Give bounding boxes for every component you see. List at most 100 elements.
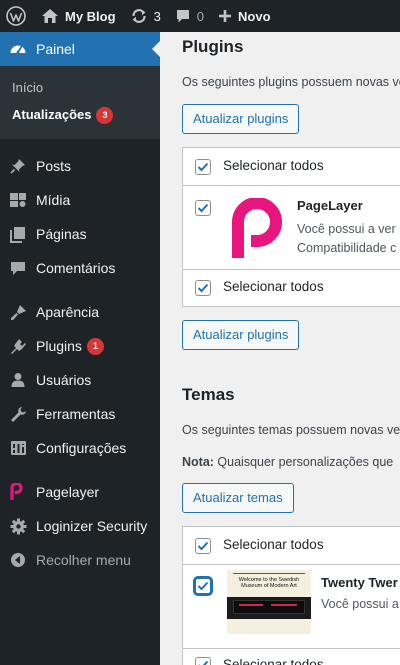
users-icon <box>9 371 27 389</box>
update-themes-button[interactable]: Atualizar temas <box>182 483 294 513</box>
sidebar-item-label: Posts <box>36 158 72 175</box>
plus-icon <box>218 9 232 23</box>
updates-link[interactable]: 3 <box>123 0 168 32</box>
sidebar-item-posts[interactable]: Posts <box>0 149 160 183</box>
plugins-description: Os seguintes plugins possuem novas ve <box>182 75 400 89</box>
sidebar-item-midia[interactable]: Mídia <box>0 183 160 217</box>
dashboard-icon <box>9 40 27 58</box>
select-all-label: Selecionar todos <box>223 657 324 665</box>
sidebar-item-plugins[interactable]: Plugins 1 <box>0 329 160 363</box>
site-name: My Blog <box>65 8 116 24</box>
select-all-checkbox-footer[interactable] <box>183 270 223 296</box>
plugin-info: PageLayer Você possui a ver Compatibilid… <box>291 186 396 255</box>
update-plugins-button[interactable]: Atualizar plugins <box>182 104 300 134</box>
sidebar-item-pagelayer[interactable]: Pagelayer <box>0 475 160 509</box>
plugin-name: PageLayer <box>297 198 363 213</box>
updates-count: 3 <box>153 8 161 24</box>
sidebar-item-painel[interactable]: Painel <box>0 32 160 66</box>
theme-name: Twenty Twer <box>321 575 398 590</box>
plugin-version-text: Você possui a ver <box>297 222 396 236</box>
checkmark-icon <box>197 541 209 551</box>
theme-thumbnail: Welcome to the Swedish Museum of Modern … <box>227 570 311 634</box>
sidebar-item-label: Plugins <box>36 338 82 355</box>
plugins-badge: 1 <box>86 337 104 355</box>
plugins-table: Selecionar todos PageLayer Você possui a… <box>182 147 400 307</box>
home-icon <box>41 8 59 24</box>
admin-sidebar: Painel Início Atualizações 3 Posts Mídia … <box>0 32 160 665</box>
sidebar-item-label: Aparência <box>36 304 100 321</box>
checkmark-icon <box>197 283 209 293</box>
sidebar-item-label: Mídia <box>36 192 71 209</box>
gear-icon <box>9 517 27 535</box>
admin-bar: My Blog 3 0 Novo <box>0 0 400 32</box>
collapse-label: Recolher menu <box>36 552 131 569</box>
themes-table: Selecionar todos Welcome to the Swedish … <box>182 526 400 665</box>
sidebar-item-label: Usuários <box>36 372 92 389</box>
site-name-link[interactable]: My Blog <box>34 0 123 32</box>
themes-section-title: Temas <box>182 385 235 404</box>
updates-icon <box>130 7 148 25</box>
sidebar-item-loginizer[interactable]: Loginizer Security <box>0 509 160 543</box>
theme-screenshot: Welcome to the Swedish Museum of Modern … <box>223 565 315 634</box>
collapse-icon <box>9 551 27 569</box>
sidebar-item-paginas[interactable]: Páginas <box>0 217 160 251</box>
pagelayer-logo <box>223 186 291 263</box>
themes-select-all-checkbox-footer[interactable] <box>183 649 223 665</box>
pagelayer-logo-icon <box>232 197 283 258</box>
appearance-icon <box>9 303 27 321</box>
themes-select-all-footer-row: Selecionar todos <box>183 649 400 665</box>
thumbnail-caption: Welcome to the Swedish Museum of Modern … <box>238 577 300 589</box>
checkmark-icon <box>197 162 209 172</box>
themes-select-all-row: Selecionar todos <box>183 527 400 565</box>
themes-select-all-checkbox[interactable] <box>183 527 223 554</box>
plugins-select-all-footer-row: Selecionar todos <box>183 270 400 306</box>
checkmark-icon <box>197 581 209 591</box>
sidebar-item-aparencia[interactable]: Aparência <box>0 295 160 329</box>
dashboard-submenu: Início Atualizações 3 <box>0 66 160 140</box>
tools-icon <box>9 405 27 423</box>
new-label: Novo <box>238 8 271 24</box>
select-all-checkbox[interactable] <box>183 148 223 175</box>
note-text: Quaisquer personalizações que <box>213 455 394 469</box>
pagelayer-icon <box>9 483 27 501</box>
theme-row-twenty-twenty: Welcome to the Swedish Museum of Modern … <box>183 565 400 649</box>
new-content-link[interactable]: Novo <box>211 0 278 32</box>
checkmark-icon <box>197 203 209 213</box>
comments-icon <box>9 259 27 277</box>
sidebar-item-label: Páginas <box>36 226 87 243</box>
sidebar-item-label: Ferramentas <box>36 406 116 423</box>
comment-icon <box>175 8 191 24</box>
submenu-atualizacoes[interactable]: Atualizações 3 <box>0 101 160 130</box>
sidebar-item-configuracoes[interactable]: Configurações <box>0 431 160 465</box>
select-all-label: Selecionar todos <box>223 537 324 552</box>
sidebar-item-label: Painel <box>36 41 75 57</box>
media-icon <box>9 191 27 209</box>
comments-count: 0 <box>196 8 205 24</box>
select-all-label: Selecionar todos <box>223 279 324 294</box>
main-content: Plugins Os seguintes plugins possuem nov… <box>160 32 400 665</box>
theme-version-text: Você possui a <box>321 597 399 611</box>
sidebar-item-comentarios[interactable]: Comentários <box>0 251 160 285</box>
submenu-inicio[interactable]: Início <box>0 74 160 101</box>
plugin-checkbox[interactable] <box>183 186 223 216</box>
sidebar-item-ferramentas[interactable]: Ferramentas <box>0 397 160 431</box>
update-plugins-button-bottom[interactable]: Atualizar plugins <box>182 320 300 350</box>
sidebar-item-label: Comentários <box>36 260 116 277</box>
sidebar-item-label: Configurações <box>36 440 127 457</box>
checkmark-icon <box>198 660 209 665</box>
plugins-icon <box>9 337 27 355</box>
note-label: Nota: <box>182 455 214 469</box>
submenu-label: Atualizações <box>12 107 92 122</box>
themes-description: Os seguintes temas possuem novas ve <box>182 423 400 437</box>
wordpress-logo-icon[interactable] <box>0 0 34 32</box>
themes-note: Nota: Quaisquer personalizações que <box>182 455 393 469</box>
updates-badge: 3 <box>96 107 114 125</box>
pushpin-icon <box>9 157 27 175</box>
plugins-section-title: Plugins <box>182 37 244 56</box>
settings-icon <box>9 439 27 457</box>
theme-checkbox[interactable] <box>183 565 223 594</box>
collapse-menu-button[interactable]: Recolher menu <box>0 543 160 577</box>
sidebar-item-usuarios[interactable]: Usuários <box>0 363 160 397</box>
select-all-label: Selecionar todos <box>223 158 324 173</box>
comments-link[interactable]: 0 <box>168 0 211 32</box>
